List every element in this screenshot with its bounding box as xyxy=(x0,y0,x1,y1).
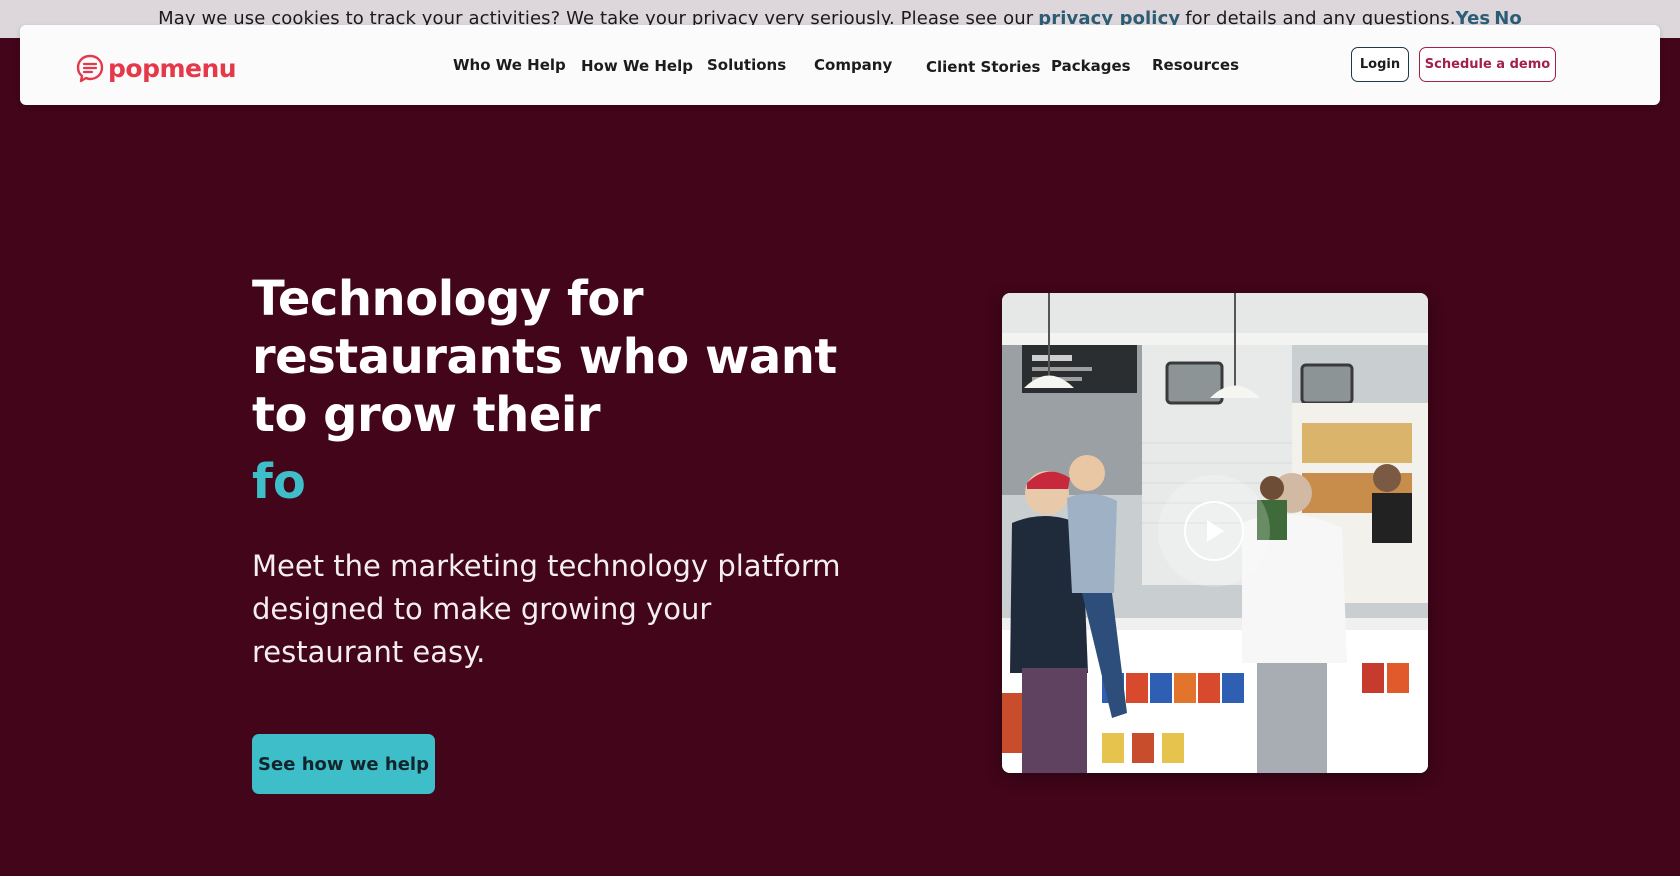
nav-how-we-help[interactable]: How We Help xyxy=(581,57,693,75)
nav-packages[interactable]: Packages xyxy=(1051,57,1131,75)
site-header: popmenu Who We Help How We Help Solution… xyxy=(20,25,1660,105)
schedule-demo-button[interactable]: Schedule a demo xyxy=(1419,47,1556,82)
nav-client-stories[interactable]: Client Stories xyxy=(926,58,1040,76)
nav-who-we-help[interactable]: Who We Help xyxy=(453,56,566,74)
hero-subtitle: Meet the marketing technology platform d… xyxy=(252,549,841,669)
hero-video[interactable] xyxy=(1002,293,1428,773)
restaurant-video-thumbnail xyxy=(1002,293,1428,773)
main-nav: Who We Help How We Help Solutions Compan… xyxy=(20,25,1660,105)
see-how-we-help-button[interactable]: See how we help xyxy=(252,734,435,794)
page: May we use cookies to track your activit… xyxy=(0,0,1680,876)
hero-typed-word: fo xyxy=(252,454,306,510)
login-button[interactable]: Login xyxy=(1351,47,1409,82)
nav-solutions[interactable]: Solutions xyxy=(707,56,786,74)
nav-company[interactable]: Company xyxy=(814,56,892,74)
nav-resources[interactable]: Resources xyxy=(1152,56,1239,74)
hero-title: Technology for restaurants who want to g… xyxy=(252,271,837,443)
